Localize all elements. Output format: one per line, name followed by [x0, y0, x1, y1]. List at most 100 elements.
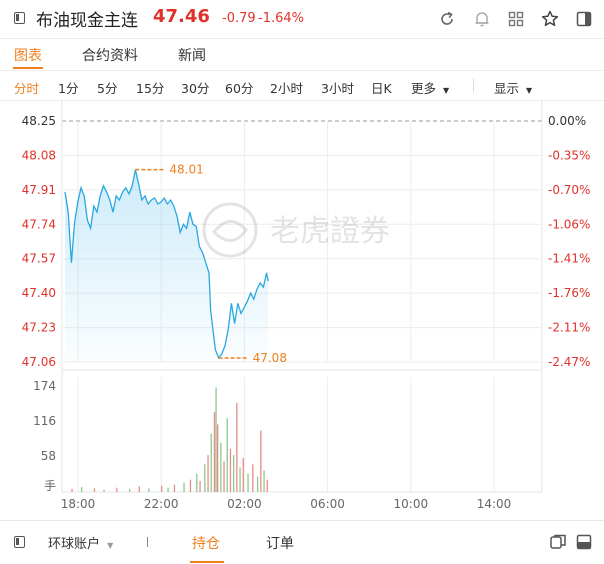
- volume-bar: [236, 402, 238, 492]
- x-axis-tick-label: 18:00: [61, 497, 96, 511]
- period-3hour[interactable]: 3小时: [321, 78, 354, 97]
- volume-bar: [129, 488, 131, 492]
- y-axis-tick-label: 48.25: [22, 114, 56, 128]
- dropdown-icon: ▼: [443, 86, 450, 95]
- volume-bar: [161, 485, 163, 492]
- volume-bar: [207, 455, 209, 492]
- period-30min[interactable]: 30分: [181, 78, 209, 97]
- tab-contract-info[interactable]: 合约资料: [82, 45, 138, 65]
- x-axis-tick-label: 06:00: [310, 497, 345, 511]
- volume-bar: [260, 430, 262, 492]
- footer-divider: [147, 537, 148, 547]
- last-price: 47.46: [153, 6, 210, 27]
- volume-axis-label: 手: [44, 479, 56, 493]
- period-2hour[interactable]: 2小时: [270, 78, 303, 97]
- period-more[interactable]: 更多 ▼: [411, 78, 449, 97]
- volume-bar: [103, 489, 105, 492]
- period-selector: 分时 1分 5分 15分 30分 60分 2小时 3小时 日K 更多 ▼ 显示 …: [0, 71, 604, 101]
- display-label: 显示: [494, 81, 520, 96]
- volume-bar: [81, 487, 83, 492]
- volume-bar: [215, 387, 217, 492]
- y-axis-tick-label: 47.91: [22, 183, 56, 197]
- x-axis-tick-label: 14:00: [477, 497, 512, 511]
- price-chart[interactable]: 老虎證券 48.25 48.08 47.91 47.74 47.57 47.40 47.23…: [0, 100, 604, 520]
- tab-positions[interactable]: 持仓: [192, 533, 220, 553]
- y-axis-percent-label: -2.47%: [548, 355, 590, 369]
- grid-icon[interactable]: [506, 9, 526, 29]
- period-more-label: 更多: [411, 81, 437, 96]
- watermark-text: 老虎證券: [270, 214, 390, 249]
- y-axis-percent-label: -1.76%: [548, 286, 590, 300]
- volume-bar: [242, 458, 244, 492]
- high-marker-label: 48.01: [169, 163, 203, 177]
- volume-bar: [93, 488, 96, 492]
- low-marker-label: 47.08: [253, 351, 287, 365]
- period-1min[interactable]: 1分: [58, 78, 78, 97]
- header: 布油现金主连 47.46 -0.79 -1.64%: [0, 0, 604, 39]
- volume-bar: [213, 412, 216, 492]
- dropdown-icon: ▼: [526, 86, 533, 95]
- y-axis-percent-label: -2.11%: [548, 321, 590, 335]
- period-daily[interactable]: 日K: [371, 78, 392, 97]
- dropdown-icon: ▼: [107, 541, 114, 550]
- volume-bar: [229, 448, 232, 492]
- volume-bar: [266, 479, 268, 492]
- x-axis-tick-label: 02:00: [227, 497, 262, 511]
- volume-bar: [173, 484, 176, 492]
- volume-axis-label: 116: [33, 414, 56, 428]
- sidebar-toggle-icon[interactable]: [14, 536, 25, 548]
- volume-bar: [239, 467, 241, 492]
- instrument-title: 布油现金主连: [36, 11, 138, 31]
- toolbar-divider: [473, 78, 474, 92]
- price-area: [65, 169, 269, 362]
- volume-bar: [210, 433, 212, 492]
- period-intraday[interactable]: 分时: [14, 78, 39, 97]
- y-axis-tick-label: 47.74: [22, 217, 56, 231]
- period-5min[interactable]: 5分: [97, 78, 117, 97]
- account-selector[interactable]: 环球账户 ▼: [48, 533, 113, 552]
- bell-icon[interactable]: [472, 9, 492, 29]
- volume-bar: [263, 470, 265, 492]
- x-axis-tick-label: 22:00: [144, 497, 179, 511]
- volume-bar: [71, 488, 73, 492]
- y-axis-tick-label: 48.08: [22, 148, 56, 162]
- y-axis-tick-label: 47.57: [22, 252, 56, 266]
- copy-icon[interactable]: [548, 532, 568, 552]
- panel-icon[interactable]: [574, 532, 594, 552]
- volume-axis-label: 174: [33, 379, 56, 393]
- volume-axis-label: 58: [41, 449, 56, 463]
- volume-bar: [217, 424, 219, 492]
- price-change: -0.79: [222, 11, 256, 26]
- sidebar-toggle-icon[interactable]: [14, 12, 25, 24]
- tab-chart[interactable]: 图表: [14, 45, 42, 65]
- volume-bar: [167, 487, 169, 492]
- y-axis-percent-label: -1.41%: [548, 252, 590, 266]
- y-axis-percent-label: 0.00%: [548, 114, 586, 128]
- volume-bar: [196, 473, 198, 492]
- display-menu[interactable]: 显示 ▼: [494, 78, 532, 97]
- y-axis-tick-label: 47.40: [22, 286, 56, 300]
- volume-bar: [226, 418, 228, 492]
- account-label: 环球账户: [48, 537, 101, 552]
- volume-bar: [116, 487, 118, 492]
- panel-icon[interactable]: [574, 9, 594, 29]
- volume-bar: [204, 464, 206, 492]
- y-axis-percent-label: -0.70%: [548, 183, 590, 197]
- y-axis-percent-label: -1.06%: [548, 217, 590, 231]
- x-axis-tick-label: 10:00: [394, 497, 429, 511]
- y-axis-tick-label: 47.23: [22, 321, 56, 335]
- volume-bar: [183, 482, 185, 492]
- volume-bar: [252, 464, 254, 492]
- tab-orders[interactable]: 订单: [266, 533, 294, 553]
- refresh-icon[interactable]: [437, 9, 457, 29]
- period-15min[interactable]: 15分: [136, 78, 164, 97]
- star-icon[interactable]: [540, 9, 560, 29]
- content-tabs: 图表 合约资料 新闻: [0, 39, 604, 71]
- y-axis-percent-label: -0.35%: [548, 148, 590, 162]
- price-change-percent: -1.64%: [258, 11, 304, 26]
- volume-bar: [148, 488, 150, 492]
- tab-news[interactable]: 新闻: [178, 45, 206, 65]
- volume-bar: [220, 442, 222, 492]
- volume-bar: [189, 479, 192, 492]
- period-60min[interactable]: 60分: [225, 78, 253, 97]
